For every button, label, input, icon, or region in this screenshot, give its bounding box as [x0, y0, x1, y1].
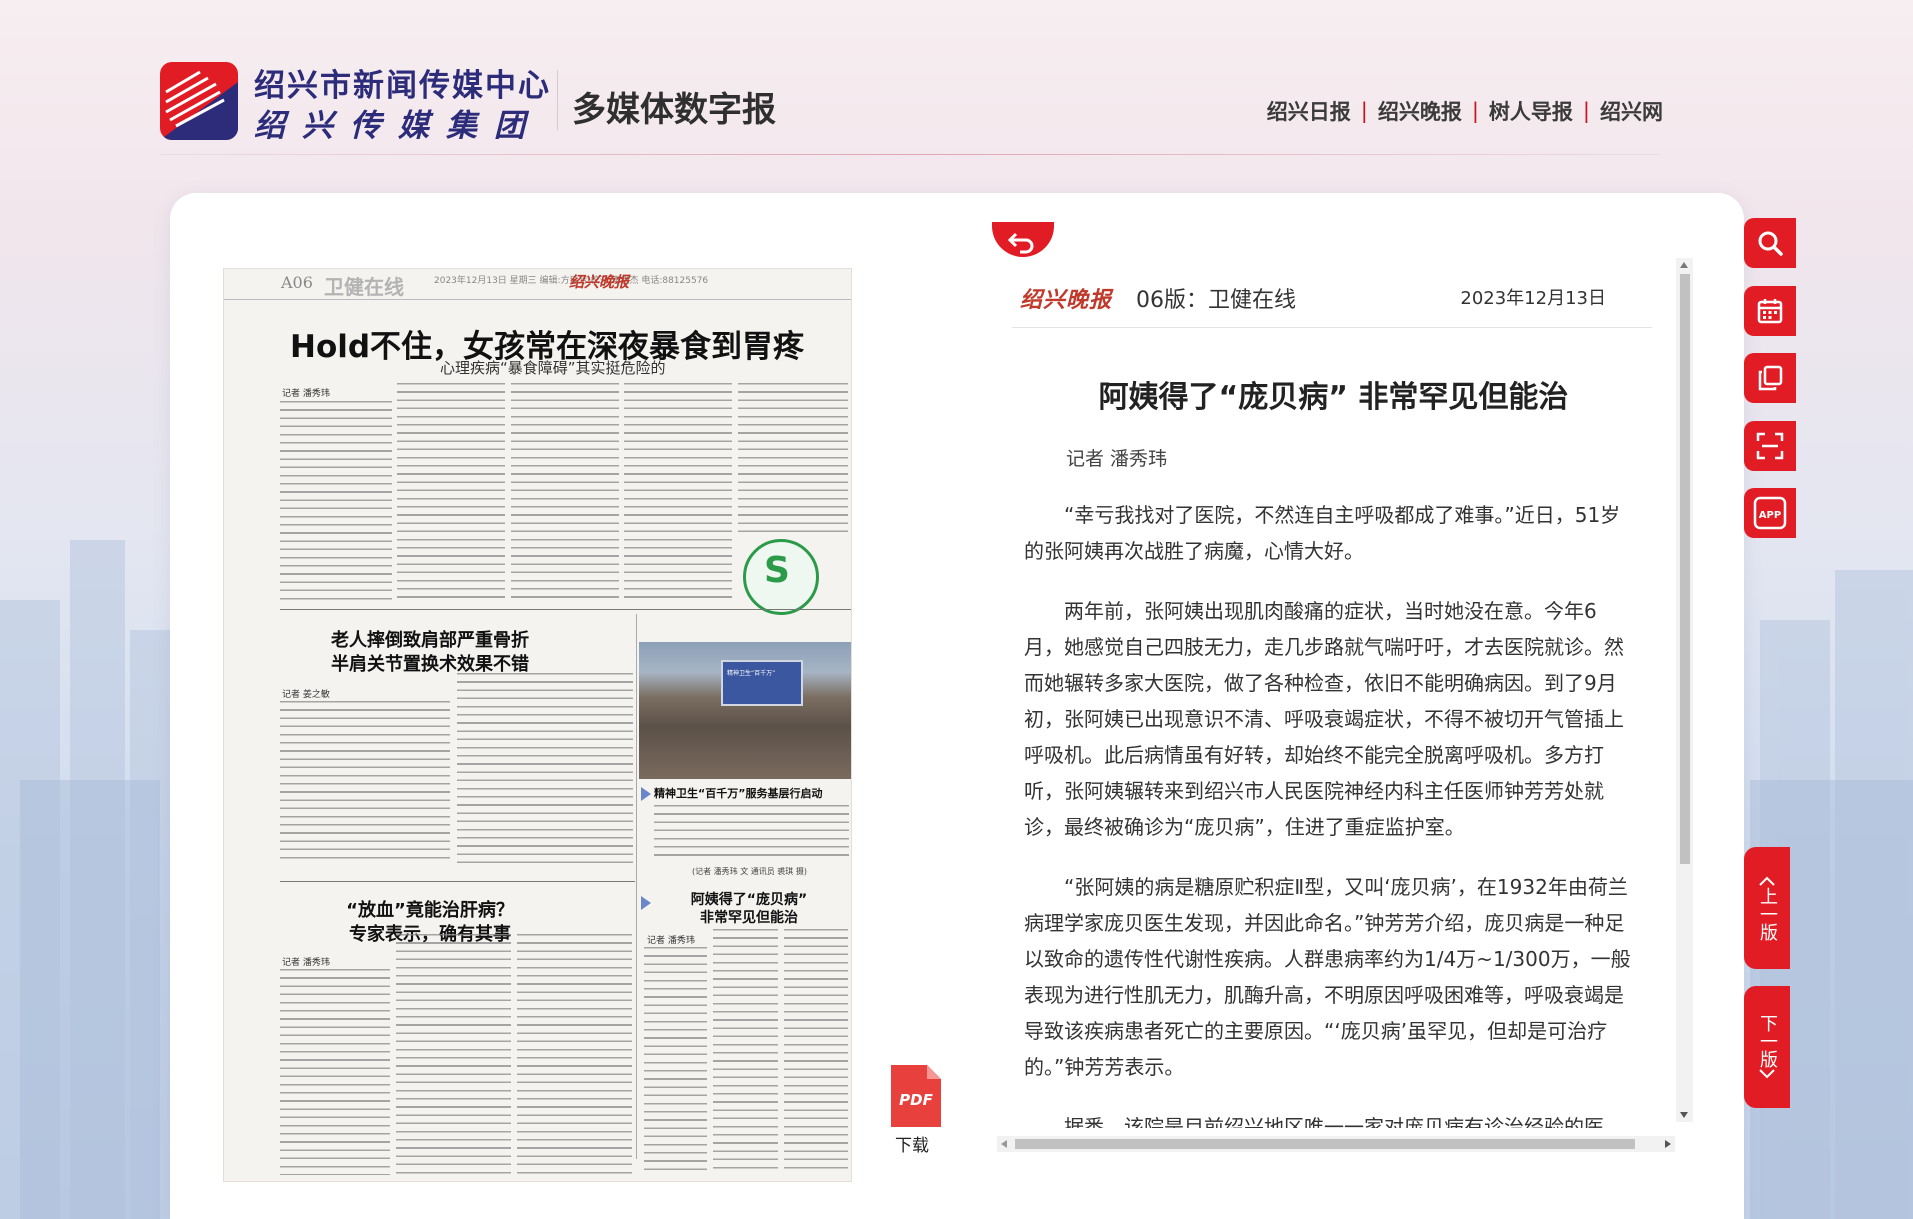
pdf-download-button[interactable]: PDF: [887, 1063, 943, 1129]
org-name: 绍兴市新闻传媒中心: [254, 68, 551, 104]
search-button[interactable]: [1744, 218, 1796, 268]
story-text-block: [738, 383, 848, 533]
newspaper-page-header: A06 卫健在线 2023年12月13日 星期三 编辑:方延芳 校对:李雄杰 电…: [224, 269, 851, 300]
story-marker-icon: [641, 787, 651, 801]
scrollbar-thumb[interactable]: [1680, 274, 1690, 864]
scroll-up-arrow-icon[interactable]: [1680, 262, 1688, 268]
scan-button[interactable]: [1744, 421, 1796, 471]
article-edition: 06版：卫健在线: [1136, 288, 1296, 313]
article-paragraph: “幸亏我找对了医院，不然连自主呼吸都成了难事。”近日，51岁的张阿姨再次战胜了病…: [1024, 503, 1621, 563]
next-page-button[interactable]: 下一版: [1744, 986, 1790, 1108]
article-horizontal-scrollbar[interactable]: [997, 1136, 1675, 1152]
chevron-down-icon: [1759, 1069, 1775, 1079]
story-text-block: [280, 969, 390, 1175]
caption-text-block: [654, 805, 849, 861]
story-subheadline-binge: 心理疾病“暴食障碍”其实挺危险的: [440, 359, 666, 377]
story-text-block: [644, 947, 707, 1175]
page-brand: 绍兴晚报: [569, 273, 630, 291]
calendar-icon: [1757, 299, 1783, 324]
column-divider: [636, 614, 637, 1159]
story-byline: 记者 潘秀玮: [282, 958, 330, 968]
story-byline: 记者 姜之敏: [282, 690, 330, 700]
app-title: 多媒体数字报: [572, 90, 776, 130]
story-text-block: [280, 401, 392, 601]
page-section: 卫健在线: [324, 275, 404, 299]
story-text-block: [397, 383, 505, 601]
story-text-block: [511, 383, 619, 601]
article-title: 阿姨得了“庞贝病” 非常罕见但能治: [1098, 380, 1569, 415]
calendar-button[interactable]: [1744, 286, 1796, 336]
story-text-block: [457, 673, 633, 863]
back-arrow-icon: [992, 222, 1054, 257]
article-paragraph: 两年前，张阿姨出现肌肉酸痛的症状，当时她没在意。今年6月，她感觉自己四肢无力，走…: [1024, 599, 1624, 839]
prev-page-label: 上一版: [1757, 887, 1778, 941]
story-divider: [280, 881, 635, 882]
conference-screen: 精神卫生“百千万”: [721, 660, 803, 706]
scan-icon: [1756, 432, 1784, 460]
story-divider: [280, 609, 851, 610]
group-name: 绍兴传媒集团: [254, 108, 542, 144]
headline-line: 老人摔倒致肩部严重骨折: [331, 630, 529, 651]
svg-text:PDF: PDF: [899, 1091, 933, 1109]
nav-link-shaoxing-daily[interactable]: 绍兴日报: [1267, 96, 1351, 126]
conference-photo[interactable]: 精神卫生“百千万”: [639, 642, 851, 779]
article-author: 记者 潘秀玮: [1066, 448, 1168, 470]
copy-button[interactable]: [1744, 353, 1796, 403]
nav-separator: |: [1360, 99, 1368, 123]
headline-line: 半肩关节置换术效果不错: [331, 654, 529, 675]
nav-separator: |: [1582, 99, 1590, 123]
logo-divider: [557, 70, 558, 130]
copy-icon: [1758, 365, 1783, 391]
nav-link-shaoxing-evening[interactable]: 绍兴晚报: [1378, 96, 1462, 126]
newspaper-page[interactable]: A06 卫健在线 2023年12月13日 星期三 编辑:方延芳 校对:李雄杰 电…: [223, 268, 852, 1182]
next-page-label: 下一版: [1757, 1014, 1778, 1068]
pdf-icon: PDF: [891, 1065, 941, 1127]
page-number: A06: [281, 273, 313, 292]
svg-text:APP: APP: [1759, 510, 1781, 521]
scrollbar-thumb[interactable]: [1015, 1139, 1635, 1149]
headline-line: 阿姨得了“庞贝病”: [690, 892, 808, 908]
back-button[interactable]: [992, 222, 1054, 262]
header-divider: [160, 154, 1660, 155]
media-center-logo-icon: [160, 62, 238, 140]
article-date: 2023年12月13日: [1460, 288, 1606, 309]
article-vertical-scrollbar[interactable]: [1676, 258, 1693, 1122]
pdf-download-label[interactable]: 下载: [895, 1131, 929, 1156]
health-logo-stamp: S: [743, 539, 819, 615]
article-brand: 绍兴晚报: [1020, 287, 1113, 313]
article-divider: [1012, 327, 1652, 328]
story-byline: 记者 潘秀玮: [282, 389, 330, 399]
nav-link-shaoxing-net[interactable]: 绍兴网: [1600, 96, 1663, 126]
article-pane[interactable]: 绍兴晚报 06版：卫健在线 2023年12月13日 阿姨得了“庞贝病” 非常罕见…: [1012, 262, 1652, 1128]
scroll-left-arrow-icon[interactable]: [1001, 1140, 1007, 1148]
photo-caption-title[interactable]: 精神卫生“百千万”服务基层行启动: [654, 785, 849, 803]
article-body: “幸亏我找对了医院，不然连自主呼吸都成了难事。”近日，51岁的张阿姨再次战胜了病…: [1024, 497, 1636, 1128]
story-headline-fracture[interactable]: 老人摔倒致肩部严重骨折 半肩关节置换术效果不错: [280, 629, 580, 677]
prev-page-button[interactable]: 上一版: [1744, 847, 1790, 969]
app-icon: APP: [1753, 496, 1787, 530]
article-paragraph: 据悉，该院是目前绍兴地区唯一一家对庞贝病有诊治经验的医: [1064, 1115, 1604, 1128]
headline-line: 非常罕见但能治: [700, 910, 798, 926]
photo-credit: (记者 潘秀玮 文 通讯员 裘琪 摄): [692, 867, 807, 876]
nav-separator: |: [1471, 99, 1479, 123]
article-paragraph: “张阿姨的病是糖原贮积症Ⅱ型，又叫‘庞贝病’，在1932年由荷兰病理学家庞贝医生…: [1024, 875, 1631, 1079]
story-text-block: [280, 701, 450, 861]
nav-link-shuren-guide[interactable]: 树人导报: [1489, 96, 1573, 126]
headline-line: “放血”竟能治肝病？: [346, 900, 514, 921]
story-headline-pompe[interactable]: 阿姨得了“庞贝病” 非常罕见但能治: [649, 891, 849, 927]
scroll-down-arrow-icon[interactable]: [1680, 1112, 1688, 1118]
story-text-block: [624, 383, 732, 601]
scroll-right-arrow-icon[interactable]: [1665, 1140, 1671, 1148]
story-text-block: [517, 934, 632, 1175]
chevron-up-icon: [1759, 876, 1775, 886]
story-text-block: [784, 929, 848, 1175]
story-text-block: [713, 929, 778, 1175]
top-nav: 绍兴日报 | 绍兴晚报 | 树人导报 | 绍兴网: [1267, 96, 1663, 126]
story-byline: 记者 潘秀玮: [647, 936, 695, 946]
search-icon: [1758, 231, 1783, 256]
story-text-block: [396, 934, 511, 1175]
site-header: 绍兴市新闻传媒中心 绍兴传媒集团 多媒体数字报 绍兴日报 | 绍兴晚报 | 树人…: [0, 0, 1913, 160]
app-download-button[interactable]: APP: [1744, 488, 1796, 538]
